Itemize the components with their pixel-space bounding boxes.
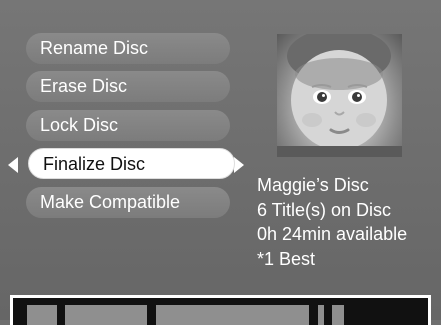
disc-info-panel: Maggie’s Disc 6 Title(s) on Disc 0h 24mi… [257, 173, 407, 271]
baby-face-icon [277, 34, 402, 157]
menu-item-make-compatible[interactable]: Make Compatible [26, 187, 230, 218]
timeline-segment [156, 305, 309, 325]
menu-item-finalize-disc[interactable]: Finalize Disc [28, 148, 235, 179]
timeline-segment [318, 305, 324, 325]
disc-available-time: 0h 24min available [257, 224, 408, 244]
right-arrow-icon[interactable] [234, 157, 244, 173]
menu-item-erase-disc[interactable]: Erase Disc [26, 71, 230, 102]
disc-quality: *1 Best [257, 248, 316, 269]
menu-item-lock-disc[interactable]: Lock Disc [26, 110, 230, 141]
left-arrow-icon[interactable] [8, 157, 18, 173]
disc-menu-screen: Rename Disc Erase Disc Lock Disc Finaliz… [0, 0, 441, 325]
timeline-segment [27, 305, 57, 325]
timeline-segment [65, 305, 147, 325]
disc-name: Maggie’s Disc [257, 175, 369, 195]
disc-timeline-bar [10, 295, 431, 325]
disc-preview-thumbnail [277, 34, 402, 157]
disc-title-count: 6 Title(s) on Disc [257, 199, 392, 220]
menu-item-rename-disc[interactable]: Rename Disc [26, 33, 230, 64]
timeline-segment [332, 305, 344, 325]
